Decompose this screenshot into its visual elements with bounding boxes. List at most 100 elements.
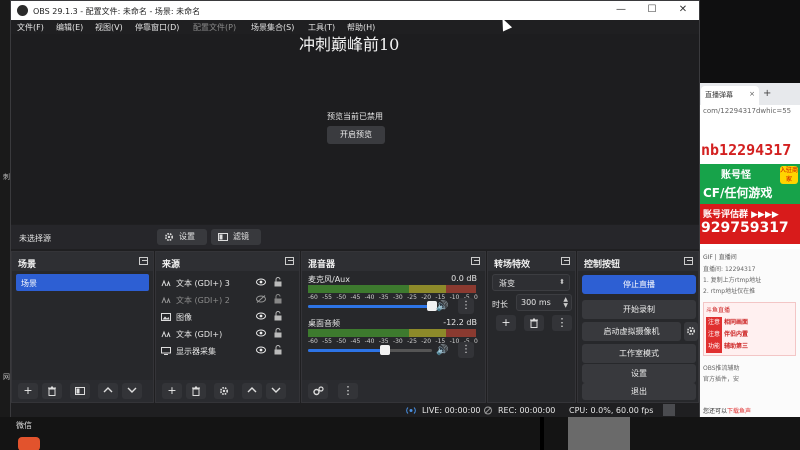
transitions-title: 转场特效 [494,260,531,270]
source-filters-button[interactable]: 滤镜 [211,229,261,245]
unlock-icon[interactable] [274,345,282,355]
menu-file[interactable]: 文件(F) [17,22,44,33]
source-label: 文本 (GDI+) [176,330,223,339]
eye-icon[interactable] [256,278,266,286]
controls-title: 控制按钮 [584,260,621,270]
tick-label: -55 [322,338,332,345]
undock-icon[interactable] [561,257,570,265]
settings-button[interactable]: 设置 [582,364,696,383]
transition-menu-button[interactable]: ⋮ [552,315,572,331]
close-button[interactable]: ✕ [669,3,697,17]
room-value: 12294317 [724,266,756,273]
ad-banner[interactable]: nb12294317 账号怪 入驻商家 CF/任何游戏 账号评估群 ▶▶▶▶ 9… [699,119,800,249]
undock-icon[interactable] [139,257,148,265]
ad-logo: 账号怪 入驻商家 CF/任何游戏 [699,164,800,204]
browser-tab-label: 直播弹幕 [705,91,733,99]
download-text: 您还可以 [703,408,728,415]
scene-list-item[interactable]: 场景 [16,274,149,291]
start-virtual-camera-button[interactable]: 启动虚拟摄像机 [582,322,681,341]
menu-profile[interactable]: 配置文件(P) [193,22,236,33]
speaker-icon[interactable]: 🔊 [436,301,448,312]
taskbar-thumbnail[interactable] [568,417,630,450]
move-scene-down-button[interactable] [122,383,142,399]
studio-mode-button[interactable]: 工作室模式 [582,344,696,363]
undock-icon[interactable] [684,257,693,265]
menu-docks[interactable]: 停靠窗口(D) [135,22,179,33]
background-browser-window[interactable]: 直播弹幕 × + com/12294317dwhic=55 nb12294317… [699,83,800,417]
undock-icon[interactable] [285,257,294,265]
tick-label: -15 [435,294,446,301]
browser-tab[interactable]: 直播弹幕 × [701,86,759,105]
download-link[interactable]: 下载鱼声 [727,408,751,415]
gear-icon [219,386,229,396]
minimize-button[interactable]: — [607,3,635,17]
panel-toolbar: GIF | 直播间 [703,254,737,261]
start-recording-button[interactable]: 开始录制 [582,300,696,319]
move-source-down-button[interactable] [266,383,286,399]
move-scene-up-button[interactable] [98,383,118,399]
tick-label: -50 [336,338,347,345]
menu-edit[interactable]: 编辑(E) [56,22,83,33]
duration-input[interactable]: 300 ms ▲ ▼ [516,294,572,311]
add-scene-button[interactable]: + [18,383,38,399]
volume-slider[interactable] [308,301,437,311]
add-transition-button[interactable]: + [496,315,516,331]
unlock-icon[interactable] [274,294,282,304]
unlock-icon[interactable] [274,311,282,321]
exit-button[interactable]: 退出 [582,383,696,400]
track-name: 桌面音频 [308,319,340,328]
resize-grip[interactable] [663,404,675,416]
remove-scene-button[interactable] [42,383,62,399]
menu-view[interactable]: 视图(V) [95,22,123,33]
source-settings-button[interactable]: 设置 [157,229,207,245]
advanced-audio-button[interactable] [308,383,328,399]
mixer-menu-button[interactable]: ⋮ [338,383,358,399]
track-db: -12.2 dB [443,318,477,327]
remove-transition-button[interactable] [524,315,544,331]
browser-url-bar[interactable]: com/12294317dwhic=55 [699,105,800,119]
new-tab-icon[interactable]: + [763,88,771,99]
notice-box: 斗鱼直播 注意 相同画面 注意 伴侣内置 功能 辅助第三 [703,302,796,356]
close-icon[interactable]: × [749,90,755,98]
scenes-footer: + [12,380,153,402]
source-item[interactable]: 文本 (GDI+) 3 [156,274,292,291]
eye-icon[interactable] [256,329,266,337]
track-menu-button[interactable]: ⋮ [458,298,474,314]
unlock-icon[interactable] [274,277,282,287]
maximize-button[interactable]: ☐ [638,3,666,17]
scene-filters-button[interactable] [70,383,90,399]
track-menu-button[interactable]: ⋮ [458,342,474,358]
unlock-icon[interactable] [274,328,282,338]
source-item[interactable]: 显示器采集 [156,342,292,359]
remove-source-button[interactable] [186,383,206,399]
chevron-down-icon [271,387,281,393]
volume-slider[interactable] [308,345,432,355]
source-properties-button[interactable] [214,383,234,399]
volume-slider-handle[interactable] [379,345,390,355]
source-item[interactable]: 文本 (GDI+) [156,325,292,342]
eye-hidden-icon[interactable] [256,295,266,303]
source-item[interactable]: 文本 (GDI+) 2 [156,291,292,308]
source-item[interactable]: 图像 [156,308,292,325]
menu-scene-collection[interactable]: 场景集合(S) [251,22,294,33]
taskbar-app-label[interactable]: 微信 [16,420,32,431]
eye-icon[interactable] [256,312,266,320]
preview-area[interactable]: 预览当前已禁用 开启预览 [11,34,699,224]
virtual-camera-settings-button[interactable] [684,322,698,341]
sources-footer: + [156,380,299,402]
undock-icon[interactable] [471,257,480,265]
speaker-icon[interactable]: 🔊 [436,345,448,356]
stop-streaming-button[interactable]: 停止直播 [582,275,696,294]
app-icon[interactable] [18,437,40,450]
spinner-icon[interactable]: ▲ ▼ [563,297,568,309]
move-source-up-button[interactable] [242,383,262,399]
transition-select[interactable]: 渐变 ⬍ [492,274,570,291]
add-source-button[interactable]: + [162,383,182,399]
obs-window: OBS 29.1.3 - 配置文件: 未命名 - 场景: 未命名 — ☐ ✕ 文… [10,0,700,417]
eye-icon[interactable] [256,346,266,354]
sources-title: 来源 [162,260,181,270]
notice-tag: 注意 [706,317,723,329]
enable-preview-button[interactable]: 开启预览 [327,126,385,144]
record-icon [484,406,492,415]
trash-icon [192,386,200,396]
